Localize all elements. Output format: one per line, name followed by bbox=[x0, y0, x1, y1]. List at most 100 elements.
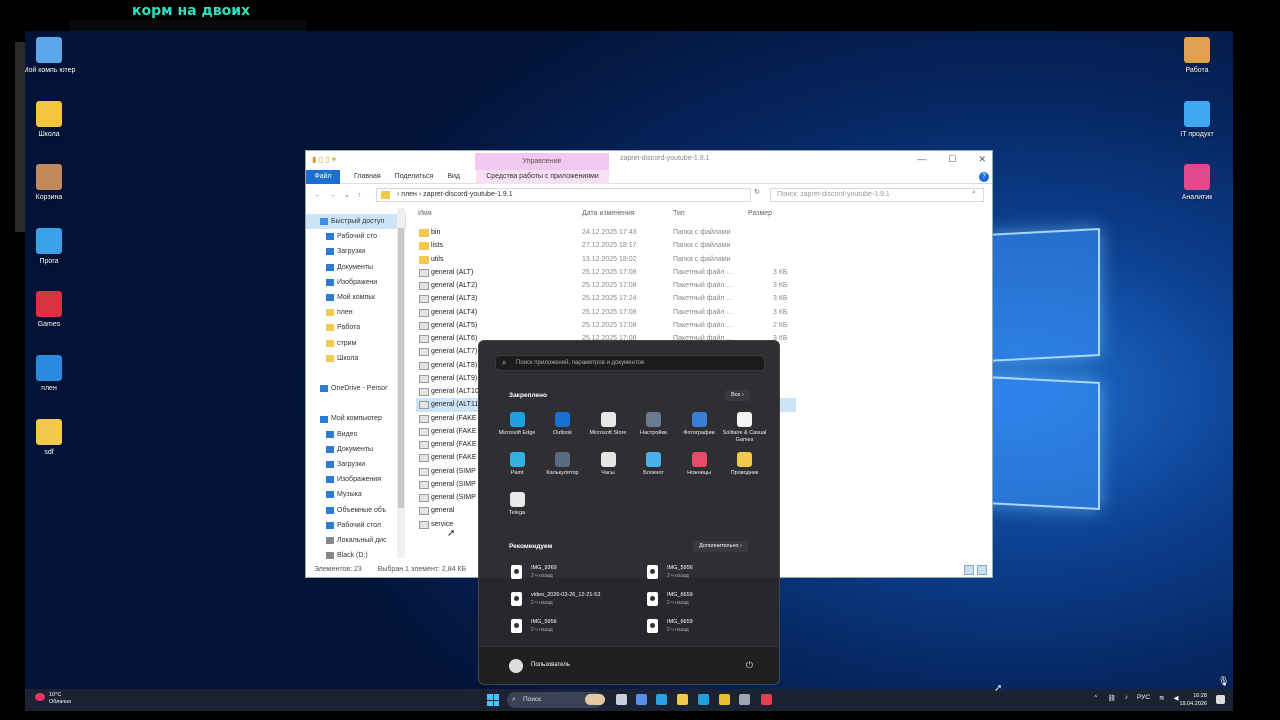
nav-item[interactable]: Школа bbox=[306, 351, 406, 366]
clock[interactable]: 16:28 19.04.2026 bbox=[1173, 692, 1207, 708]
manage-context-tab[interactable]: Управление bbox=[475, 153, 609, 170]
wifi-icon[interactable]: ≋ bbox=[1159, 694, 1164, 702]
file-row[interactable]: general (ALT2) 25.12.2025 17:08 Пакетный ф… bbox=[416, 279, 796, 292]
recommended-item[interactable]: IMG_5956 2 ч назад bbox=[511, 616, 631, 638]
nav-item[interactable]: Загрузки bbox=[306, 457, 406, 472]
explorer-icon[interactable] bbox=[677, 694, 688, 705]
nav-item[interactable]: Мой компьк bbox=[306, 290, 406, 305]
tab-view[interactable]: Вид bbox=[447, 173, 460, 180]
windows-start-icon[interactable] bbox=[487, 694, 499, 706]
recommended-item[interactable]: IMG_9369 2 ч назад bbox=[511, 562, 631, 584]
desktop-icon[interactable]: Прога bbox=[25, 228, 79, 266]
file-row[interactable]: general (ALT4) 25.12.2025 17:08 Пакетный ф… bbox=[416, 306, 796, 319]
pinned-app[interactable]: Часы bbox=[585, 452, 631, 477]
tab-share[interactable]: Поделиться bbox=[395, 173, 434, 180]
copilot-icon[interactable] bbox=[636, 694, 647, 705]
explorer-search-input[interactable]: Поиск: zapret-discord-youtube-1.9.1 bbox=[770, 188, 984, 202]
user-avatar[interactable] bbox=[509, 659, 523, 673]
nav-item[interactable]: Объемные объ bbox=[306, 503, 406, 518]
nav-item[interactable]: Документы bbox=[306, 442, 406, 457]
quick-access-toolbar[interactable]: ▮ ▯ ▯ ▾ bbox=[312, 155, 336, 164]
notifications-icon[interactable] bbox=[1216, 695, 1225, 704]
tab-app-tools[interactable]: Средства работы с приложениями bbox=[476, 169, 609, 184]
address-path[interactable]: › плен › zapret-discord-youtube-1.9.1 bbox=[376, 188, 751, 202]
nav-item[interactable]: Изображения bbox=[306, 472, 406, 487]
pinned-app[interactable]: Блокнот bbox=[631, 452, 677, 477]
nav-item[interactable]: Рабочий сто bbox=[306, 229, 406, 244]
chevron-up-icon[interactable]: ⌃ bbox=[1093, 694, 1098, 702]
pinned-app[interactable]: Paint bbox=[494, 452, 540, 477]
nav-item[interactable]: Мой компьютер bbox=[306, 411, 406, 426]
nav-item[interactable]: Рабочий стол bbox=[306, 518, 406, 533]
pinned-app[interactable]: Telega bbox=[494, 492, 540, 517]
file-row[interactable]: utils 13.12.2025 18:02 Папка с файлами bbox=[416, 253, 796, 266]
task-view-icon[interactable] bbox=[616, 694, 627, 705]
refresh-icon[interactable]: ↻ bbox=[754, 188, 760, 196]
tab-home[interactable]: Главная bbox=[354, 173, 381, 180]
breadcrumb-folder[interactable]: zapret-discord-youtube-1.9.1 bbox=[423, 191, 513, 198]
nav-item[interactable]: Black (D:) bbox=[306, 548, 406, 563]
weather-widget[interactable]: 10°C Облачно bbox=[35, 692, 71, 706]
recommended-item[interactable]: IMG_6659 2 ч назад bbox=[647, 616, 767, 638]
minimize-icon[interactable]: — bbox=[917, 154, 926, 165]
recommended-item[interactable]: IMG_5956 2 ч назад bbox=[647, 562, 767, 584]
microphone-icon[interactable]: ♪ bbox=[1125, 694, 1128, 702]
desktop-icon[interactable]: Школа bbox=[25, 101, 79, 139]
file-row[interactable]: general (ALT5) 25.12.2025 17:08 Пакетный ф… bbox=[416, 319, 796, 332]
edge-icon[interactable] bbox=[698, 694, 709, 705]
recommended-item[interactable]: video_2026-03-26_12-21-53 2 ч назад bbox=[511, 589, 631, 611]
file-row[interactable]: lists 27.12.2025 18:17 Папка с файлами bbox=[416, 239, 796, 252]
desktop-icon[interactable]: Games bbox=[25, 291, 79, 329]
column-name[interactable]: Имя bbox=[418, 210, 432, 217]
user-name[interactable]: Пользователь bbox=[531, 662, 570, 668]
column-size[interactable]: Размер bbox=[748, 210, 772, 217]
nav-item[interactable]: Документы bbox=[306, 260, 406, 275]
nav-item[interactable]: Изображени bbox=[306, 275, 406, 290]
pinned-app[interactable]: Настройки bbox=[631, 412, 677, 437]
details-view-icon[interactable] bbox=[964, 565, 974, 575]
tiles-view-icon[interactable] bbox=[977, 565, 987, 575]
nav-item[interactable]: Видео bbox=[306, 427, 406, 442]
start-search-input[interactable]: ⌕ Поиск приложений, параметров и докумен… bbox=[495, 355, 765, 371]
pinned-app[interactable]: Фотографии bbox=[676, 412, 722, 437]
chrome-icon[interactable] bbox=[719, 694, 730, 705]
all-apps-button[interactable]: Все › bbox=[725, 390, 750, 401]
nav-scrollbar[interactable] bbox=[397, 208, 405, 558]
nav-item[interactable]: Загрузки bbox=[306, 244, 406, 259]
nav-item[interactable]: плен bbox=[306, 305, 406, 320]
pinned-app[interactable]: Проводник bbox=[722, 452, 768, 477]
desktop-icon[interactable]: Работа bbox=[1167, 37, 1227, 75]
nav-item[interactable]: Быстрый доступ bbox=[306, 214, 406, 230]
file-row[interactable]: general (ALT) 25.12.2025 17:08 Пакетный фа… bbox=[416, 266, 796, 279]
app-icon[interactable] bbox=[761, 694, 772, 705]
explorer-titlebar[interactable]: ▮ ▯ ▯ ▾ Управление zapret-discord-youtub… bbox=[306, 151, 992, 170]
more-button[interactable]: Дополнительно › bbox=[693, 541, 748, 552]
browser-icon[interactable] bbox=[585, 694, 605, 705]
nav-item[interactable]: стрим bbox=[306, 336, 406, 351]
column-type[interactable]: Тип bbox=[673, 210, 685, 217]
nav-item[interactable]: Работа bbox=[306, 320, 406, 335]
pinned-app[interactable]: Ножницы bbox=[676, 452, 722, 477]
tab-file[interactable]: Файл bbox=[306, 169, 340, 184]
recommended-item[interactable]: IMG_6659 2 ч назад bbox=[647, 589, 767, 611]
desktop-icon[interactable]: sdf bbox=[25, 419, 79, 457]
pinned-app[interactable]: Solitaire & Casual Games bbox=[722, 412, 768, 444]
telegram-icon[interactable] bbox=[656, 694, 667, 705]
network-icon[interactable]: ⛓ bbox=[1107, 694, 1115, 702]
desktop-icon[interactable]: плен bbox=[25, 355, 79, 393]
desktop-icon[interactable]: Мой компь ютер bbox=[25, 37, 79, 75]
breadcrumb-plen[interactable]: плен bbox=[401, 191, 417, 198]
power-icon[interactable]: ⏻ bbox=[746, 660, 753, 671]
file-row[interactable]: general (ALT3) 25.12.2025 17:24 Пакетный ф… bbox=[416, 292, 796, 305]
maximize-icon[interactable]: ☐ bbox=[948, 154, 956, 165]
nav-item[interactable]: Музыка bbox=[306, 487, 406, 502]
pinned-app[interactable]: Microsoft Store bbox=[585, 412, 631, 437]
pinned-app[interactable]: Microsoft Edge bbox=[494, 412, 540, 437]
nav-item[interactable]: OneDrive - Persor bbox=[306, 381, 406, 396]
desktop-icon[interactable]: IT продукт bbox=[1167, 101, 1227, 139]
scroll-thumb[interactable] bbox=[398, 228, 404, 508]
pinned-app[interactable]: Калькулятор bbox=[540, 452, 586, 477]
gear-icon[interactable] bbox=[739, 694, 750, 705]
column-date[interactable]: Дата изменения bbox=[582, 210, 635, 217]
pinned-app[interactable]: Outlook bbox=[540, 412, 586, 437]
